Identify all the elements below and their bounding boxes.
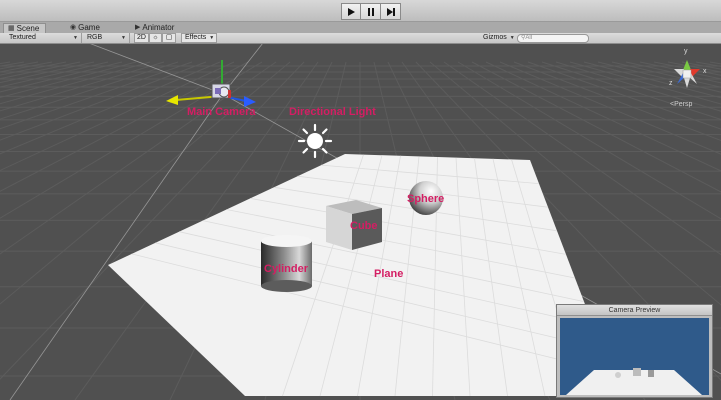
projection-label: Persp	[674, 101, 693, 108]
sun-icon: ☼	[152, 34, 159, 41]
2d-label: 2D	[137, 34, 146, 41]
gizmos-label: Gizmos	[483, 34, 507, 41]
plane-label: Plane	[374, 268, 404, 280]
pause-icon	[367, 7, 374, 16]
2d-toggle[interactable]: 2D	[134, 33, 149, 43]
pause-button[interactable]	[361, 3, 381, 20]
step-icon	[386, 7, 395, 16]
camera-preview-view	[560, 318, 709, 395]
play-button[interactable]	[341, 3, 361, 20]
axis-y-label: y	[684, 48, 688, 55]
cube-label: Cube	[350, 220, 378, 232]
play-toolbar	[0, 0, 721, 22]
camera-icon[interactable]	[166, 60, 256, 107]
animator-icon: ▶	[135, 24, 141, 31]
cylinder-label: Cylinder	[264, 263, 309, 275]
effects-dropdown[interactable]: Effects ▼	[181, 33, 217, 43]
chevron-down-icon: ▼	[121, 35, 126, 41]
scene-icon: ▦	[8, 24, 15, 32]
draw-mode-dropdown[interactable]: Textured ▼	[6, 33, 82, 43]
playback-controls	[341, 3, 401, 20]
camera-preview-panel: Camera Preview	[556, 304, 713, 398]
tab-scene[interactable]: ▦ Scene	[3, 23, 47, 33]
scene-toolbar: Textured ▼ RGB ▼ 2D ☼ ▢ Effects ▼ Gizmos…	[0, 33, 721, 44]
play-icon	[348, 7, 355, 16]
draw-mode-value: Textured	[9, 34, 36, 41]
step-button[interactable]	[381, 3, 401, 20]
camera-preview-title: Camera Preview	[557, 305, 712, 316]
sun-icon[interactable]	[297, 123, 333, 159]
render-mode-dropdown[interactable]: RGB ▼	[84, 33, 130, 43]
directional-light-label: Directional Light	[289, 106, 376, 118]
chevron-down-icon: ▼	[209, 35, 215, 41]
axis-x-label: x	[703, 68, 707, 75]
main-camera-label: Main Camera	[187, 106, 256, 118]
tab-game[interactable]: ◉ Game	[70, 23, 100, 33]
tab-scene-label: Scene	[16, 23, 40, 33]
chevron-down-icon: ▼	[509, 35, 515, 41]
lighting-toggle[interactable]: ☼	[149, 33, 162, 43]
editor-tabs: ▦ Scene ◉ Game ▶ Animator	[0, 22, 721, 33]
preview-render	[566, 368, 702, 395]
sphere-label: Sphere	[407, 193, 445, 205]
tab-animator-label: Animator	[142, 23, 175, 32]
hierarchy-search-input[interactable]: ⚲All	[517, 34, 589, 43]
tab-animator[interactable]: ▶ Animator	[135, 23, 174, 33]
effects-label: Effects	[185, 34, 207, 41]
game-icon: ◉	[70, 24, 77, 31]
gizmos-dropdown[interactable]: Gizmos ▼	[480, 33, 515, 43]
axis-z-label: z	[669, 80, 673, 87]
projection-toggle[interactable]: <Persp	[670, 101, 692, 108]
search-placeholder: All	[525, 35, 533, 41]
unity-editor: ▦ Scene ◉ Game ▶ Animator Textured ▼ RGB…	[0, 0, 721, 400]
render-mode-value: RGB	[87, 34, 103, 41]
audio-icon: ▢	[165, 34, 173, 41]
audio-toggle[interactable]: ▢	[162, 33, 176, 43]
tab-game-label: Game	[78, 23, 100, 32]
chevron-down-icon: ▼	[73, 35, 78, 41]
